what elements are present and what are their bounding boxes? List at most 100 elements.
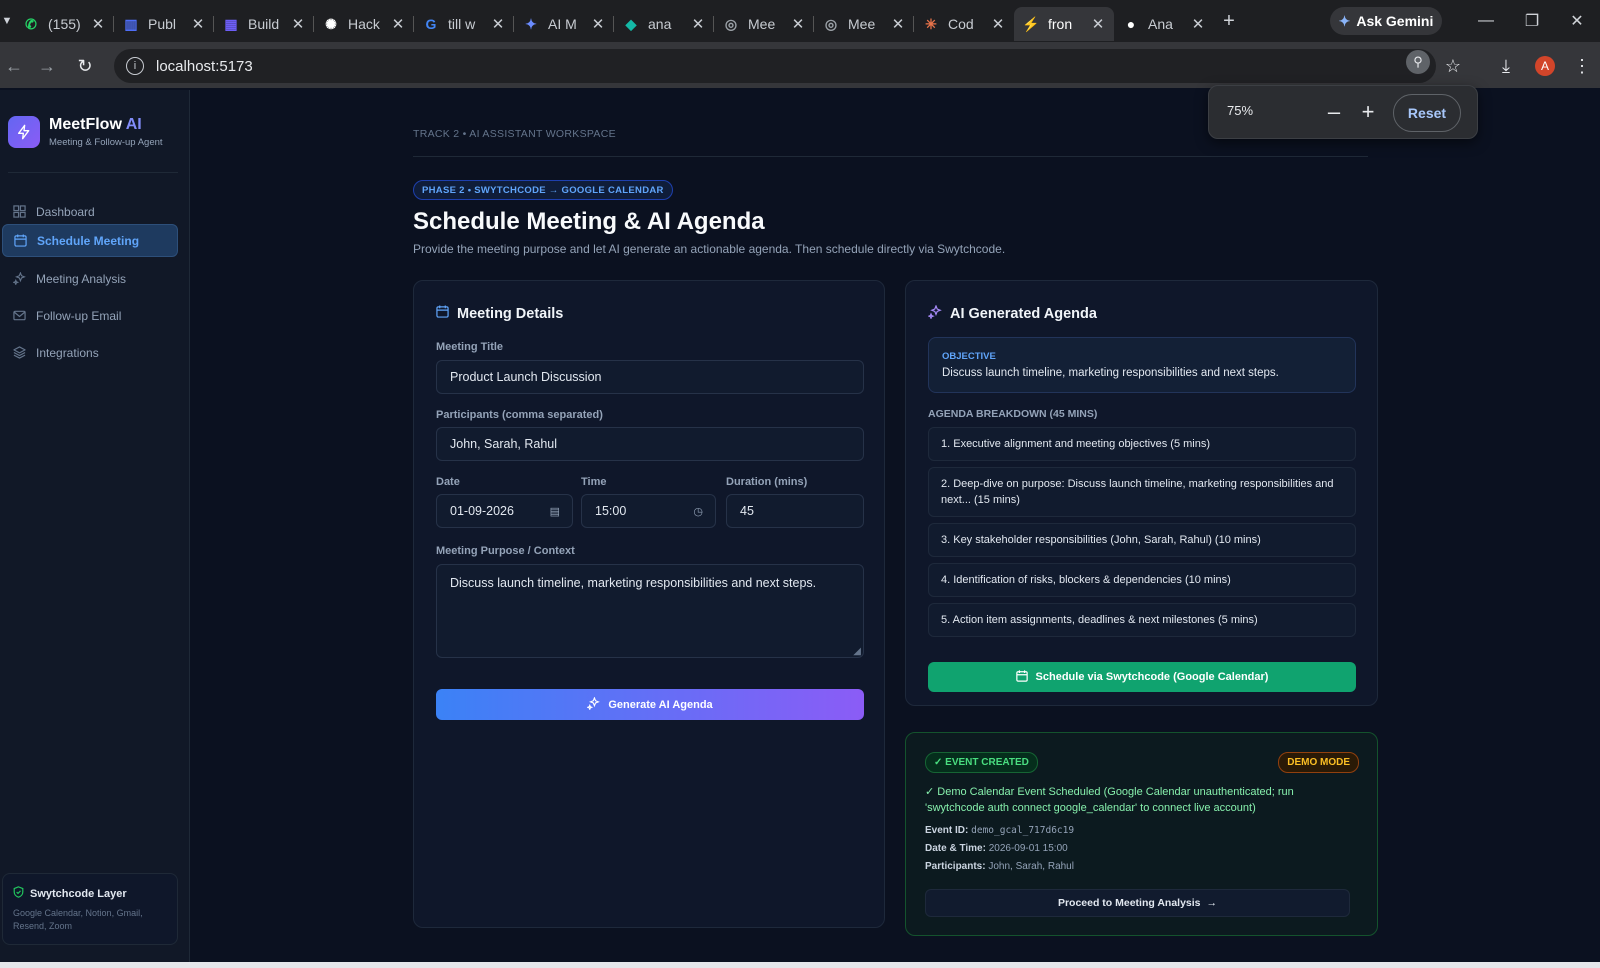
url-input[interactable] — [156, 57, 1056, 75]
zoom-out-button[interactable]: – — [1321, 98, 1347, 126]
claude-icon: ✳ — [925, 15, 937, 32]
browser-tab-label: (155) — [48, 16, 81, 32]
clock-icon[interactable]: ◷ — [693, 505, 703, 518]
browser-menu-icon[interactable]: ⋮ — [1570, 54, 1594, 78]
browser-tab-label: AI M — [548, 16, 577, 32]
browser-tab[interactable]: ◎ Mee ✕ — [713, 7, 814, 41]
sidebar-item-schedule-meeting[interactable]: Schedule Meeting — [2, 224, 178, 257]
omnibox[interactable]: i — [114, 49, 1436, 83]
ai-agenda-title: AI Generated Agenda — [927, 304, 1097, 323]
site-info-icon[interactable]: i — [126, 57, 144, 75]
agenda-item: 5. Action item assignments, deadlines & … — [928, 603, 1356, 637]
close-tab-icon[interactable]: ✕ — [890, 15, 906, 33]
schedule-button-label: Schedule via Swytchcode (Google Calendar… — [1035, 671, 1269, 683]
zoom-magnifier-icon[interactable]: ⚲ — [1406, 50, 1430, 74]
close-tab-icon[interactable]: ✕ — [290, 15, 306, 33]
app-root: MeetFlow AI Meeting & Follow-up Agent Da… — [0, 90, 1600, 962]
close-tab-icon[interactable]: ✕ — [1090, 15, 1106, 33]
close-tab-icon[interactable]: ✕ — [490, 15, 506, 33]
browser-tab-label: Publ — [148, 16, 177, 32]
workspace-label: TRACK 2 • AI ASSISTANT WORKSPACE — [413, 128, 616, 140]
browser-tab-label: till w — [448, 16, 476, 32]
browser-tab[interactable]: Gtill w ✕ — [413, 7, 514, 41]
browser-tab[interactable]: ▦ Build ✕ — [213, 7, 314, 41]
diamond-icon: ◆ — [625, 15, 637, 32]
event-status-message: ✓ Demo Calendar Event Scheduled (Google … — [925, 786, 1294, 814]
browser-tab-label: Build — [248, 16, 280, 32]
close-window-button[interactable]: ✕ — [1554, 0, 1600, 42]
grid-icon: ▦ — [224, 15, 238, 32]
close-tab-icon[interactable]: ✕ — [1190, 15, 1206, 33]
restore-window-button[interactable]: ❐ — [1509, 0, 1555, 42]
browser-tab[interactable]: ◎ Mee ✕ — [813, 7, 914, 41]
purpose-label: Meeting Purpose / Context — [436, 545, 575, 557]
back-button[interactable]: ← — [0, 52, 28, 80]
close-tab-icon[interactable]: ✕ — [990, 15, 1006, 33]
reload-button[interactable]: ↻ — [71, 52, 99, 80]
resize-handle-icon[interactable]: ◢ — [853, 646, 861, 657]
duration-input[interactable]: 45 — [726, 494, 864, 528]
browser-tab-label: Mee — [748, 16, 776, 32]
browser-tab[interactable]: ✦ AI M ✕ — [513, 7, 614, 41]
window-bottom-edge — [0, 962, 1600, 968]
bookmark-star-icon[interactable]: ☆ — [1441, 54, 1465, 78]
time-label: Time — [581, 476, 607, 488]
new-tab-button[interactable]: + — [1214, 10, 1244, 33]
brand[interactable]: MeetFlow AI Meeting & Follow-up Agent — [8, 116, 163, 148]
lightning-logo-icon — [8, 116, 40, 148]
sidebar-item-integrations[interactable]: Integrations — [2, 336, 178, 369]
close-tab-icon[interactable]: ✕ — [390, 15, 406, 33]
browser-tab[interactable]: ✳ Cod ✕ — [913, 7, 1014, 41]
swytchcode-layer-card: Swytchcode Layer Google Calendar, Notion… — [2, 873, 178, 945]
browser-tab[interactable]: ⚡ fron ✕ — [1014, 7, 1114, 41]
proceed-label: Proceed to Meeting Analysis — [1057, 897, 1201, 909]
proceed-to-analysis-button[interactable]: Proceed to Meeting Analysis → — [925, 889, 1350, 917]
agenda-item: 1. Executive alignment and meeting objec… — [928, 427, 1356, 461]
browser-tab[interactable]: ◆ ana ✕ — [613, 7, 714, 41]
browser-tab[interactable]: ✆ (155) ✕ — [14, 7, 114, 41]
participants-input[interactable]: John, Sarah, Rahul — [436, 427, 864, 461]
browser-tab[interactable]: ✺ Hack ✕ — [313, 7, 414, 41]
meeting-title-input[interactable]: Product Launch Discussion — [436, 360, 864, 394]
sidebar-item-follow-up-email[interactable]: Follow-up Email — [2, 299, 178, 332]
minimize-window-button[interactable]: — — [1463, 0, 1509, 42]
swytchcode-layer-integrations: Google Calendar, Notion, Gmail, Resend, … — [13, 908, 143, 931]
generate-agenda-button[interactable]: Generate AI Agenda — [436, 689, 864, 720]
event-id-value: demo_gcal_717d6c19 — [971, 825, 1075, 836]
zoom-reset-button[interactable]: Reset — [1393, 94, 1461, 132]
calendar-picker-icon[interactable]: ▤ — [550, 505, 560, 518]
calendar-icon — [1015, 669, 1028, 685]
close-tab-icon[interactable]: ✕ — [590, 15, 606, 33]
browser-tab[interactable]: ● Ana ✕ — [1114, 7, 1214, 41]
zoom-level: 75% — [1227, 103, 1254, 118]
close-tab-icon[interactable]: ✕ — [790, 15, 806, 33]
browser-tab-label: Cod — [948, 16, 974, 32]
event-participants-row: Participants: John, Sarah, Rahul — [925, 861, 1074, 872]
gemini-icon: ✦ — [1338, 12, 1351, 29]
tab-search-chevron-icon[interactable]: ▼ — [0, 0, 14, 42]
ask-gemini-button[interactable]: ✦ Ask Gemini — [1330, 7, 1442, 35]
github-icon: ● — [1126, 16, 1136, 32]
meeting-details-card: Meeting Details Meeting Title Product La… — [413, 280, 885, 928]
calendar-icon — [13, 234, 27, 248]
sidebar: MeetFlow AI Meeting & Follow-up Agent Da… — [0, 90, 190, 962]
swytchcode-layer-title: Swytchcode Layer — [13, 886, 167, 901]
agenda-item: 4. Identification of risks, blockers & d… — [928, 563, 1356, 597]
event-created-badge: ✓ EVENT CREATED — [925, 752, 1038, 773]
schedule-swytchcode-button[interactable]: Schedule via Swytchcode (Google Calendar… — [928, 662, 1356, 692]
close-tab-icon[interactable]: ✕ — [90, 15, 106, 33]
arrow-right-icon: → — [1206, 897, 1218, 909]
close-tab-icon[interactable]: ✕ — [690, 15, 706, 33]
date-input[interactable]: 01-09-2026 ▤ — [436, 494, 573, 528]
forward-button[interactable]: → — [33, 52, 61, 80]
browser-tab[interactable]: ▥ Publ ✕ — [113, 7, 214, 41]
purpose-textarea[interactable]: Discuss launch timeline, marketing respo… — [436, 564, 864, 658]
profile-avatar[interactable]: A — [1535, 56, 1555, 76]
sidebar-item-meeting-analysis[interactable]: Meeting Analysis — [2, 262, 178, 295]
brand-text: MeetFlow AI Meeting & Follow-up Agent — [49, 116, 163, 148]
zoom-in-button[interactable]: + — [1355, 98, 1381, 126]
time-input[interactable]: 15:00 ◷ — [581, 494, 716, 528]
download-icon[interactable]: ⤓ — [1494, 54, 1518, 78]
bars-icon: ▥ — [124, 15, 138, 32]
close-tab-icon[interactable]: ✕ — [190, 15, 206, 33]
